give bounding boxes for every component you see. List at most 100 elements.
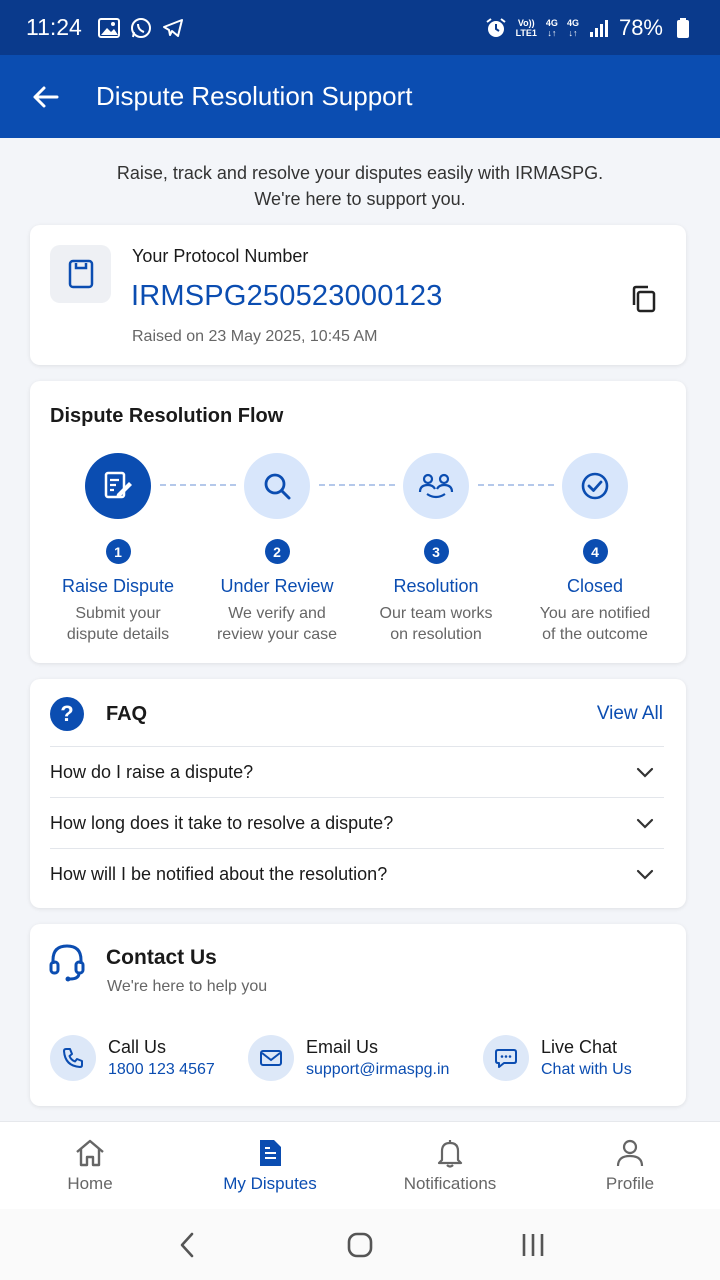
flow-step-raise-dispute: 1 Raise Dispute Submit your dispute detai… [38, 453, 198, 645]
home-circle-icon [347, 1232, 373, 1257]
edit-document-icon [104, 471, 132, 499]
step-icon-circle [403, 453, 469, 519]
contact-title: Contact Us [106, 946, 217, 969]
battery-percent: 78% [618, 14, 663, 40]
arrow-left-icon [33, 86, 59, 107]
faq-card: ? FAQ View All How do I raise a dispute?… [30, 679, 686, 908]
intro-line-2: We're here to support you. [254, 189, 466, 209]
network-4g-2: 4G ↓↑ [566, 17, 579, 38]
battery-icon [672, 17, 694, 39]
contact-subtitle: We're here to help you [107, 978, 268, 995]
intro-line-1: Raise, track and resolve your disputes e… [116, 163, 604, 183]
step-title: Under Review [220, 576, 334, 596]
email-icon-circle [248, 1035, 294, 1081]
page-title: Dispute Resolution Support [96, 81, 413, 111]
live-chat-option[interactable]: Live Chat Chat with Us [483, 1034, 632, 1082]
copy-icon [632, 285, 656, 313]
call-icon-circle [50, 1035, 96, 1081]
nav-my-disputes[interactable]: My Disputes [180, 1122, 360, 1210]
document-icon-box [50, 245, 111, 303]
email-us-option[interactable]: Email Us support@irmaspg.in [248, 1034, 449, 1082]
chevron-down-icon [636, 767, 654, 778]
flow-step-closed: 4 Closed You are notified of the outcome [515, 453, 675, 645]
protocol-raised-date: Raised on 23 May 2025, 10:45 AM [132, 328, 378, 345]
chat-icon [495, 1049, 517, 1068]
chat-icon-circle [483, 1035, 529, 1081]
gallery-icon [97, 17, 120, 39]
faq-item[interactable]: How do I raise a dispute? [50, 746, 664, 797]
view-all-link[interactable]: View All [597, 703, 663, 725]
status-time: 11:24 [26, 14, 82, 40]
mail-icon [260, 1050, 282, 1066]
headset-icon [49, 944, 85, 982]
back-button[interactable] [0, 55, 90, 138]
protocol-card: Your Protocol Number IRMSPG250523000123 … [30, 225, 686, 365]
dispute-flow-card: Dispute Resolution Flow 1 Raise Dispute … [30, 381, 686, 663]
step-title: Resolution [393, 576, 479, 596]
call-us-number[interactable]: 1800 123 4567 [108, 1059, 215, 1081]
system-navigation-bar [0, 1209, 720, 1280]
step-number: 1 [105, 539, 131, 564]
call-us-option[interactable]: Call Us 1800 123 4567 [50, 1034, 215, 1082]
chat-with-us-link[interactable]: Chat with Us [541, 1059, 632, 1081]
nav-profile[interactable]: Profile [540, 1122, 720, 1210]
status-bar: 11:24 Vo)) LTE1 4G ↓↑ 4G ↓↑ 78% [0, 0, 720, 55]
step-number: 2 [264, 539, 290, 564]
faq-question: How long does it take to resolve a dispu… [50, 812, 394, 833]
alarm-icon [485, 17, 507, 39]
home-icon [76, 1139, 104, 1167]
telegram-icon [162, 17, 184, 39]
document-icon [68, 259, 93, 289]
system-back-button[interactable] [157, 1220, 217, 1270]
phone-icon [63, 1048, 83, 1068]
step-title: Closed [566, 576, 624, 596]
step-icon-circle [562, 453, 628, 519]
system-home-button[interactable] [330, 1220, 390, 1270]
app-bar: Dispute Resolution Support [0, 55, 720, 138]
protocol-number: IRMSPG250523000123 [131, 280, 443, 312]
flow-title: Dispute Resolution Flow [50, 405, 284, 427]
faq-question: How do I raise a dispute? [50, 761, 254, 782]
step-icon-circle [244, 453, 310, 519]
question-icon: ? [50, 697, 84, 731]
faq-item[interactable]: How will I be notified about the resolut… [50, 848, 664, 899]
faq-title: FAQ [106, 703, 148, 725]
step-number: 3 [423, 539, 449, 564]
copy-button[interactable] [628, 283, 660, 315]
nav-label: Profile [605, 1174, 655, 1193]
faq-question: How will I be notified about the resolut… [50, 863, 388, 884]
team-handshake-icon [418, 473, 454, 499]
step-title: Raise Dispute [61, 576, 175, 596]
document-icon [260, 1140, 281, 1166]
bottom-navigation: Home My Disputes Notifications Profile [0, 1121, 720, 1209]
flow-step-resolution: 3 Resolution Our team works on resolution [356, 453, 516, 645]
step-number: 4 [582, 539, 608, 564]
signal-icon [588, 17, 610, 39]
nav-label: Home [67, 1174, 113, 1193]
nav-home[interactable]: Home [0, 1122, 180, 1210]
chevron-down-icon [636, 818, 654, 829]
call-us-title: Call Us [108, 1036, 167, 1057]
live-chat-title: Live Chat [541, 1036, 618, 1057]
step-description: You are notified of the outcome [539, 605, 651, 643]
search-icon [264, 473, 291, 500]
email-us-address[interactable]: support@irmaspg.in [306, 1059, 449, 1081]
flow-step-under-review: 2 Under Review We verify and review your … [197, 453, 357, 645]
system-recents-button[interactable] [503, 1220, 563, 1270]
faq-item[interactable]: How long does it take to resolve a dispu… [50, 797, 664, 848]
check-circle-icon [581, 472, 609, 500]
step-icon-circle [85, 453, 151, 519]
nav-notifications[interactable]: Notifications [360, 1122, 540, 1210]
step-description: We verify and review your case [216, 605, 338, 643]
nav-label: Notifications [403, 1174, 497, 1193]
bell-icon [437, 1140, 463, 1168]
intro-text: Raise, track and resolve your disputes e… [0, 160, 720, 212]
protocol-label: Your Protocol Number [132, 246, 309, 266]
person-icon [616, 1139, 644, 1167]
step-description: Submit your dispute details [66, 605, 170, 643]
volte-indicator: Vo)) LTE1 [515, 17, 537, 38]
contact-card: Contact Us We're here to help you Call U… [30, 924, 686, 1106]
chevron-down-icon [636, 869, 654, 880]
chevron-left-icon [180, 1232, 193, 1257]
email-us-title: Email Us [306, 1036, 379, 1057]
